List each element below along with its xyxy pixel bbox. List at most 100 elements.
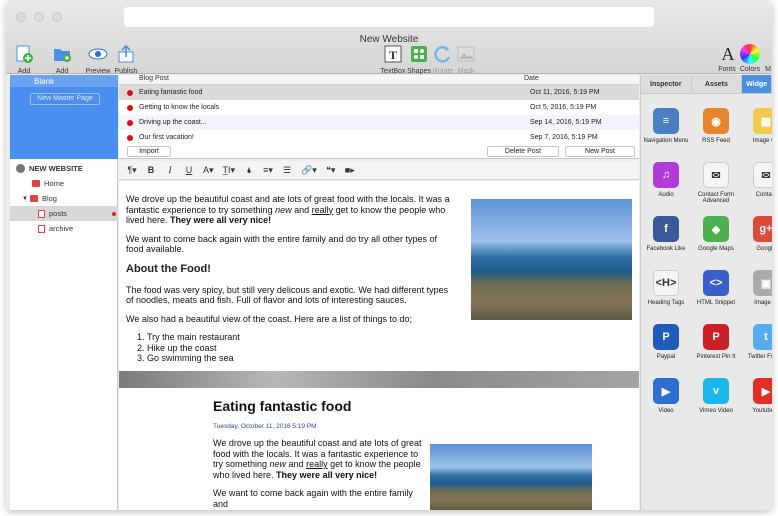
delete-post-button[interactable]: Delete Post bbox=[487, 146, 559, 157]
text-bold: ! bbox=[374, 469, 378, 480]
fonts-button[interactable]: A Fonts bbox=[718, 44, 736, 73]
underline-button[interactable]: U bbox=[184, 165, 194, 175]
widget-item[interactable]: ▶ Youtube V bbox=[741, 378, 772, 414]
table-row[interactable]: Getting to know the locals Oct 5, 2016, … bbox=[119, 100, 639, 115]
close-window-button[interactable] bbox=[16, 12, 26, 22]
address-bar[interactable] bbox=[124, 7, 654, 27]
new-post-button[interactable]: New Post bbox=[565, 146, 635, 157]
post-title: Our first vacation! bbox=[139, 134, 194, 141]
youtube-icon: ▶ bbox=[753, 378, 772, 404]
mask-icon bbox=[457, 46, 475, 62]
widget-label: Navigation Menu bbox=[643, 138, 689, 144]
page-preview: Eating fantastic food Tuesday, October 1… bbox=[119, 371, 639, 510]
tree-item-posts[interactable]: posts bbox=[10, 206, 118, 221]
tree-item-home[interactable]: Home bbox=[10, 176, 118, 191]
widget-item[interactable]: <H> Heading Tags bbox=[641, 270, 691, 306]
text-size-button[interactable]: T̲I▾ bbox=[223, 165, 236, 176]
widget-item[interactable]: ▶ Video bbox=[641, 378, 691, 414]
widget-item[interactable]: v Vimeo Video bbox=[691, 378, 741, 414]
mask-button[interactable]: Mask bbox=[455, 44, 477, 75]
more-toolbar-button[interactable]: M bbox=[763, 44, 772, 73]
highlight-button[interactable]: 🌢 bbox=[244, 165, 254, 176]
paragraph-style-button[interactable]: ¶▾ bbox=[127, 165, 137, 176]
widget-item[interactable]: <> HTML Snippet bbox=[691, 270, 741, 306]
rss-icon: ◉ bbox=[703, 108, 729, 134]
zoom-window-button[interactable] bbox=[52, 12, 62, 22]
widget-item[interactable]: ≡ Navigation Menu bbox=[641, 108, 691, 144]
minimize-window-button[interactable] bbox=[34, 12, 44, 22]
table-row[interactable]: Eating fantastic food Oct 11, 2016, 5:19… bbox=[119, 85, 639, 100]
editor-paragraph: The food was very spicy, but still very … bbox=[126, 284, 449, 306]
new-master-page-button[interactable]: New Master Page bbox=[30, 93, 100, 105]
tree-site-label: NEW WEBSITE bbox=[29, 164, 83, 173]
bold-button[interactable]: B bbox=[146, 165, 156, 175]
unpublished-dot-icon bbox=[112, 211, 116, 216]
preview-coast-photo bbox=[430, 444, 592, 510]
widget-item[interactable]: ▣ Image Sl bbox=[741, 270, 772, 306]
rotate-icon bbox=[434, 46, 451, 63]
textbox-icon: T bbox=[384, 45, 402, 63]
tree-item-site[interactable]: NEW WEBSITE bbox=[10, 161, 118, 176]
tab-inspector[interactable]: Inspector bbox=[641, 75, 692, 93]
column-header-date[interactable]: Date bbox=[524, 75, 539, 84]
title-bar: New Website Add Page Add Directory Previ… bbox=[6, 0, 772, 82]
widget-item[interactable]: f Facebook Like bbox=[641, 216, 691, 252]
rotate-button[interactable]: Rotate bbox=[431, 44, 455, 75]
shapes-button[interactable]: Shapes bbox=[407, 44, 431, 75]
tree-blog-label: Blog bbox=[41, 194, 57, 203]
disclosure-down-icon: ▼ bbox=[22, 195, 28, 202]
widget-item[interactable]: ♫ Audio bbox=[641, 162, 691, 198]
master-blank-item[interactable]: Blank bbox=[10, 75, 118, 87]
publish-button[interactable]: Publish bbox=[113, 44, 139, 75]
post-editor[interactable]: We drove up the beautiful coast and ate … bbox=[119, 181, 639, 371]
slider-icon: ▣ bbox=[753, 270, 772, 296]
editor-text[interactable]: We drove up the beautiful coast and ate … bbox=[126, 194, 451, 364]
widget-item[interactable]: ▦ Image Ga bbox=[741, 108, 772, 144]
widget-item[interactable]: g+ Google bbox=[741, 216, 772, 252]
link-button[interactable]: 🔗▾ bbox=[301, 165, 317, 176]
widget-item[interactable]: P Pinterest Pin It bbox=[691, 324, 741, 360]
app-window: New Website Add Page Add Directory Previ… bbox=[6, 0, 772, 510]
table-row[interactable]: Our first vacation! Sep 7, 2016, 5:19 PM bbox=[119, 130, 639, 145]
widget-item[interactable]: ◉ RSS Feed bbox=[691, 108, 741, 144]
tree-item-archive[interactable]: archive bbox=[10, 221, 118, 236]
rotate-label: Rotate bbox=[432, 68, 454, 75]
html-icon: <> bbox=[703, 270, 729, 296]
import-button[interactable]: Import bbox=[127, 146, 171, 157]
widget-item[interactable]: ✉ Contact bbox=[741, 162, 772, 198]
tab-assets[interactable]: Assets bbox=[691, 75, 743, 93]
editor-paragraph: We also had a beautiful view of the coas… bbox=[126, 313, 412, 324]
tab-widgets[interactable]: Widge bbox=[742, 75, 772, 93]
widget-item[interactable]: P Paypal bbox=[641, 324, 691, 360]
widget-item[interactable]: ✉ Contact Form Advanced bbox=[691, 162, 741, 204]
unpublished-dot-icon bbox=[127, 104, 133, 111]
italic-button[interactable]: I bbox=[165, 165, 175, 175]
editor-heading: About the Food! bbox=[126, 262, 211, 275]
tree-home-label: Home bbox=[44, 179, 65, 188]
table-row[interactable]: Driving up the coast... Sep 14, 2016, 5:… bbox=[119, 115, 639, 130]
preview-paragraph: We want to come back again with the enti… bbox=[213, 488, 413, 509]
facebook-icon: f bbox=[653, 216, 679, 242]
column-header-blog-post[interactable]: Blog Post bbox=[119, 75, 524, 84]
widget-item[interactable]: ◆ Google Maps bbox=[691, 216, 741, 252]
list-button[interactable]: ☰ bbox=[282, 165, 292, 176]
master-pages-panel: Blank New Master Page bbox=[10, 75, 118, 159]
page-icon bbox=[38, 209, 45, 218]
gallery-icon: ▦ bbox=[753, 108, 772, 134]
tree-item-blog[interactable]: ▼ Blog bbox=[10, 191, 118, 206]
colors-button[interactable]: Colors bbox=[739, 44, 761, 73]
align-button[interactable]: ≡▾ bbox=[263, 165, 273, 176]
text-bold: They were all very nice bbox=[276, 469, 375, 480]
editor-paragraph: We want to come back again with the enti… bbox=[126, 233, 437, 255]
video-button[interactable]: ■▸ bbox=[345, 165, 355, 176]
right-panel: Inspector Assets Widge ≡ Navigation Menu ◉… bbox=[640, 75, 772, 510]
font-icon: A bbox=[721, 44, 735, 64]
google-icon: g+ bbox=[753, 216, 772, 242]
post-date: Oct 5, 2016, 5:19 PM bbox=[530, 104, 597, 111]
quote-button[interactable]: ❝▾ bbox=[326, 165, 336, 176]
font-color-button[interactable]: A▾ bbox=[203, 165, 214, 176]
widget-item[interactable]: t Twitter Fo Me bbox=[741, 324, 772, 360]
coast-photo[interactable] bbox=[471, 199, 632, 320]
textbox-button[interactable]: T TextBox bbox=[380, 44, 406, 75]
preview-button[interactable]: Preview bbox=[85, 44, 111, 75]
